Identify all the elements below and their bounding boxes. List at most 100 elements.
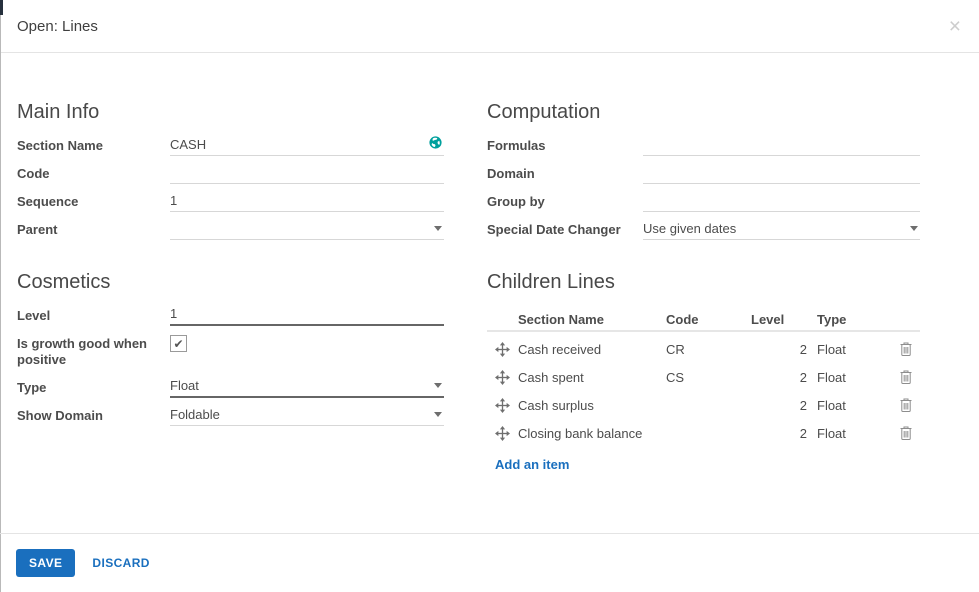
show-domain-label: Show Domain <box>17 406 170 426</box>
sequence-field-wrap <box>170 192 444 212</box>
level-field-wrap <box>170 306 444 326</box>
close-icon[interactable]: × <box>949 16 961 37</box>
domain-row: Domain <box>487 164 920 184</box>
special-date-changer-value: Use given dates <box>643 221 736 236</box>
sequence-label: Sequence <box>17 192 170 212</box>
cell-code[interactable]: CR <box>666 342 751 357</box>
type-select[interactable]: Float <box>170 378 444 398</box>
sequence-row: Sequence <box>17 192 444 212</box>
type-label: Type <box>17 378 170 398</box>
cell-code[interactable]: CS <box>666 370 751 385</box>
cell-section-name[interactable]: Cash surplus <box>518 398 666 413</box>
children-lines-heading: Children Lines <box>487 270 920 294</box>
cell-section-name[interactable]: Cash received <box>518 342 666 357</box>
type-row: Type Float <box>17 378 444 398</box>
cell-type[interactable]: Float <box>817 426 897 441</box>
parent-select[interactable] <box>170 220 444 240</box>
show-domain-select-value: Foldable <box>170 407 220 422</box>
show-domain-row: Show Domain Foldable <box>17 406 444 426</box>
growth-good-checkbox[interactable]: ✔ <box>170 335 187 352</box>
chevron-down-icon <box>434 412 442 417</box>
left-column: Main Info Section Name Code <box>17 53 444 472</box>
group-by-field-wrap <box>643 192 920 212</box>
formulas-field-wrap <box>643 136 920 156</box>
cell-type[interactable]: Float <box>817 370 897 385</box>
drag-handle-icon[interactable] <box>495 370 510 385</box>
section-name-field-wrap <box>170 136 444 156</box>
growth-good-field-wrap: ✔ <box>170 334 444 368</box>
special-date-changer-label: Special Date Changer <box>487 220 643 240</box>
domain-label: Domain <box>487 164 643 184</box>
domain-field-wrap <box>643 164 920 184</box>
cell-level[interactable]: 2 <box>751 426 807 441</box>
section-name-row: Section Name <box>17 136 444 156</box>
cosmetics-heading: Cosmetics <box>17 270 444 294</box>
parent-label: Parent <box>17 220 170 240</box>
level-input[interactable] <box>170 306 444 324</box>
drag-handle-icon[interactable] <box>495 398 510 413</box>
show-domain-select[interactable]: Foldable <box>170 406 444 426</box>
special-date-changer-select[interactable]: Use given dates <box>643 220 920 240</box>
type-select-value: Float <box>170 378 199 393</box>
children-lines-table: Section Name Code Level Type Cash receiv… <box>487 308 920 472</box>
translate-globe-icon[interactable] <box>429 136 442 154</box>
growth-good-row: Is growth good when positive ✔ <box>17 334 444 368</box>
table-row[interactable]: Cash received CR 2 Float <box>487 335 920 363</box>
cell-section-name[interactable]: Closing bank balance <box>518 426 666 441</box>
dialog-footer: SAVE DISCARD <box>0 533 979 592</box>
cell-level[interactable]: 2 <box>751 342 807 357</box>
section-name-input[interactable] <box>170 137 444 155</box>
save-button[interactable]: SAVE <box>16 549 75 577</box>
group-by-label: Group by <box>487 192 643 212</box>
col-header-code: Code <box>666 312 751 327</box>
cell-section-name[interactable]: Cash spent <box>518 370 666 385</box>
level-label: Level <box>17 306 170 326</box>
check-icon: ✔ <box>173 338 183 350</box>
sequence-input[interactable] <box>170 193 444 211</box>
drag-handle-icon[interactable] <box>495 342 510 357</box>
domain-input[interactable] <box>643 165 920 183</box>
right-column: Computation Formulas Domain Group by Spe… <box>487 53 920 472</box>
col-header-type: Type <box>817 312 897 327</box>
chevron-down-icon <box>434 226 442 231</box>
level-row: Level <box>17 306 444 326</box>
col-header-level: Level <box>751 312 807 327</box>
delete-row-icon[interactable] <box>900 426 912 440</box>
code-input[interactable] <box>170 165 444 183</box>
delete-row-icon[interactable] <box>900 370 912 384</box>
chevron-down-icon <box>434 383 442 388</box>
formulas-label: Formulas <box>487 136 643 156</box>
cell-level[interactable]: 2 <box>751 370 807 385</box>
table-row[interactable]: Closing bank balance 2 Float <box>487 419 920 447</box>
background-page-fragment <box>0 0 3 15</box>
window-left-edge <box>0 0 1 592</box>
code-label: Code <box>17 164 170 184</box>
formulas-input[interactable] <box>643 137 920 155</box>
drag-handle-icon[interactable] <box>495 426 510 441</box>
main-info-heading: Main Info <box>17 100 444 124</box>
cell-level[interactable]: 2 <box>751 398 807 413</box>
dialog-header: Open: Lines × <box>0 0 979 53</box>
cell-type[interactable]: Float <box>817 398 897 413</box>
special-date-changer-row: Special Date Changer Use given dates <box>487 220 920 240</box>
table-row[interactable]: Cash spent CS 2 Float <box>487 363 920 391</box>
delete-row-icon[interactable] <box>900 342 912 356</box>
table-row[interactable]: Cash surplus 2 Float <box>487 391 920 419</box>
discard-button[interactable]: DISCARD <box>92 556 149 570</box>
group-by-input[interactable] <box>643 193 920 211</box>
code-row: Code <box>17 164 444 184</box>
dialog-body: Main Info Section Name Code <box>0 53 979 472</box>
formulas-row: Formulas <box>487 136 920 156</box>
add-an-item-link[interactable]: Add an item <box>495 457 569 472</box>
cell-type[interactable]: Float <box>817 342 897 357</box>
computation-heading: Computation <box>487 100 920 124</box>
delete-row-icon[interactable] <box>900 398 912 412</box>
code-field-wrap <box>170 164 444 184</box>
parent-row: Parent <box>17 220 444 240</box>
dialog-title: Open: Lines <box>17 18 98 35</box>
growth-good-label: Is growth good when positive <box>17 334 170 368</box>
section-name-label: Section Name <box>17 136 170 156</box>
table-header-row: Section Name Code Level Type <box>487 308 920 332</box>
col-header-section-name: Section Name <box>518 312 666 327</box>
chevron-down-icon <box>910 226 918 231</box>
